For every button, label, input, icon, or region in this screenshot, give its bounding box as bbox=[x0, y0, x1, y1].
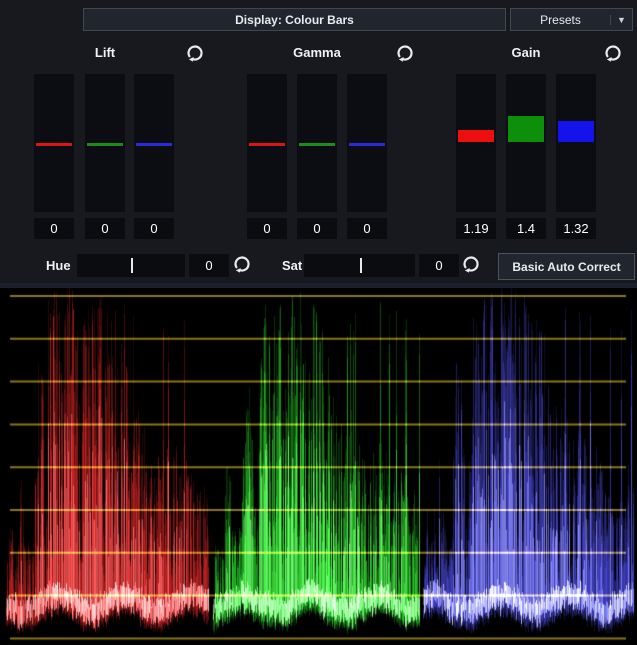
sat-label: Sat bbox=[282, 258, 302, 273]
gamma-blue-value[interactable]: 0 bbox=[347, 218, 387, 239]
hue-label: Hue bbox=[46, 258, 71, 273]
gain-blue-value[interactable]: 1.32 bbox=[556, 218, 596, 239]
lift-red-value[interactable]: 0 bbox=[34, 218, 74, 239]
gamma-reset-button[interactable] bbox=[394, 42, 416, 64]
lift-blue-slider[interactable] bbox=[134, 74, 174, 212]
waveform-canvas bbox=[0, 288, 637, 645]
display-mode-button[interactable]: Display: Colour Bars bbox=[83, 8, 506, 31]
gain-red-value[interactable]: 1.19 bbox=[456, 218, 496, 239]
gamma-green-value[interactable]: 0 bbox=[297, 218, 337, 239]
gamma-blue-indicator bbox=[349, 143, 385, 146]
gamma-red-slider[interactable] bbox=[247, 74, 287, 212]
gain-green-value[interactable]: 1.4 bbox=[506, 218, 546, 239]
reset-icon bbox=[185, 43, 205, 63]
presets-split-button[interactable]: Presets ▼ bbox=[510, 8, 633, 31]
sat-slider-tick bbox=[360, 258, 362, 273]
hue-reset-button[interactable] bbox=[231, 253, 253, 275]
gain-blue-fill bbox=[558, 121, 594, 142]
reset-icon bbox=[603, 43, 623, 63]
gain-reset-button[interactable] bbox=[602, 42, 624, 64]
gain-title: Gain bbox=[476, 45, 576, 60]
waveform-scope bbox=[0, 288, 637, 645]
gain-green-fill bbox=[508, 116, 544, 142]
basic-auto-correct-button[interactable]: Basic Auto Correct bbox=[498, 253, 635, 280]
gain-red-fill bbox=[458, 130, 494, 142]
gain-green-slider[interactable] bbox=[506, 74, 546, 212]
gamma-title: Gamma bbox=[267, 45, 367, 60]
gain-red-slider[interactable] bbox=[456, 74, 496, 212]
presets-button[interactable]: Presets bbox=[511, 13, 610, 27]
lift-title: Lift bbox=[55, 45, 155, 60]
hue-value[interactable]: 0 bbox=[189, 254, 229, 277]
reset-icon bbox=[461, 254, 481, 274]
gamma-red-value[interactable]: 0 bbox=[247, 218, 287, 239]
lift-green-indicator bbox=[87, 143, 123, 146]
sat-slider[interactable] bbox=[304, 254, 415, 277]
sat-reset-button[interactable] bbox=[460, 253, 482, 275]
gamma-green-indicator bbox=[299, 143, 335, 146]
presets-dropdown-arrow-icon[interactable]: ▼ bbox=[610, 15, 632, 25]
gamma-green-slider[interactable] bbox=[297, 74, 337, 212]
lift-blue-value[interactable]: 0 bbox=[134, 218, 174, 239]
lift-green-slider[interactable] bbox=[85, 74, 125, 212]
lift-red-indicator bbox=[36, 143, 72, 146]
hue-slider-tick bbox=[131, 258, 133, 273]
lift-blue-indicator bbox=[136, 143, 172, 146]
gain-blue-slider[interactable] bbox=[556, 74, 596, 212]
colour-correct-panel: Display: Colour Bars Presets ▼ Lift 0 0 … bbox=[0, 0, 637, 645]
reset-icon bbox=[232, 254, 252, 274]
lift-green-value[interactable]: 0 bbox=[85, 218, 125, 239]
lift-reset-button[interactable] bbox=[184, 42, 206, 64]
gamma-blue-slider[interactable] bbox=[347, 74, 387, 212]
gamma-red-indicator bbox=[249, 143, 285, 146]
lift-red-slider[interactable] bbox=[34, 74, 74, 212]
sat-value[interactable]: 0 bbox=[419, 254, 459, 277]
reset-icon bbox=[395, 43, 415, 63]
hue-slider[interactable] bbox=[77, 254, 185, 277]
